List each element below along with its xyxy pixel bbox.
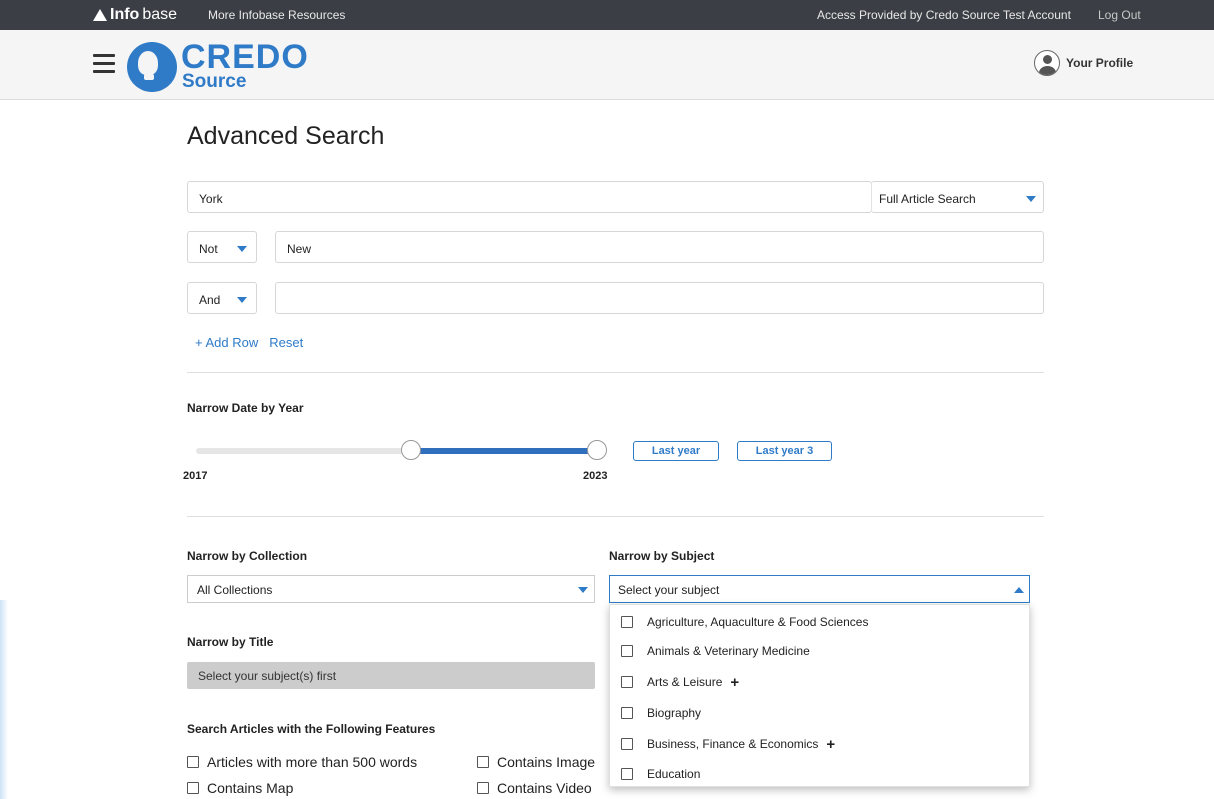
checkbox-icon: [477, 756, 489, 768]
lightbulb-logo-icon[interactable]: [127, 42, 177, 92]
infobase-logo[interactable]: Info base: [93, 6, 177, 24]
subject-dropdown-list: Agriculture, Aquaculture & Food Sciences…: [609, 604, 1030, 787]
features-section-label: Search Articles with the Following Featu…: [187, 722, 436, 736]
infobase-brand-base: base: [142, 6, 178, 23]
operator-select-row-2[interactable]: Not: [187, 231, 257, 263]
search-input-row-2-value: New: [287, 242, 312, 256]
checkbox-icon: [187, 782, 199, 794]
logo-source-text[interactable]: Source: [182, 72, 246, 92]
slider-selected-range: [410, 448, 596, 454]
feature-checkbox-image[interactable]: Contains Image: [477, 754, 595, 770]
subject-option[interactable]: Arts & Leisure +: [621, 674, 739, 691]
feature-checkbox-video[interactable]: Contains Video: [477, 780, 592, 796]
divider: [187, 516, 1044, 517]
checkbox-icon[interactable]: [621, 768, 633, 780]
checkbox-icon: [477, 782, 489, 794]
slider-end-year: 2023: [583, 470, 608, 482]
row-actions: + Add Row Reset: [195, 335, 303, 350]
title-section-label: Narrow by Title: [187, 635, 274, 649]
avatar-icon: [1034, 50, 1060, 76]
top-bar: Info base More Infobase Resources Access …: [0, 0, 1214, 30]
subject-option[interactable]: Animals & Veterinary Medicine: [621, 643, 810, 659]
subject-section-label: Narrow by Subject: [609, 549, 715, 563]
checkbox-icon[interactable]: [621, 738, 633, 750]
profile-button[interactable]: Your Profile: [1034, 50, 1133, 76]
subject-option-label: Agriculture, Aquaculture & Food Sciences: [647, 615, 869, 629]
last-year-3-button[interactable]: Last year 3: [737, 441, 832, 461]
checkbox-icon[interactable]: [621, 616, 633, 628]
slider-end-handle[interactable]: [587, 440, 607, 460]
search-type-select[interactable]: Full Article Search: [871, 181, 1044, 213]
search-input-row-1[interactable]: York: [187, 181, 872, 213]
feature-label: Contains Image: [497, 754, 596, 770]
slider-start-year: 2017: [183, 470, 208, 482]
subject-option-label: Education: [647, 767, 701, 781]
collection-section-label: Narrow by Collection: [187, 549, 308, 563]
infobase-brand-info: Info: [110, 6, 140, 23]
page-title: Advanced Search: [187, 122, 385, 150]
chevron-down-icon: [1026, 196, 1036, 202]
subject-select-placeholder: Select your subject: [618, 583, 720, 597]
menu-icon[interactable]: [93, 54, 115, 78]
last-year-button[interactable]: Last year: [633, 441, 719, 461]
chevron-down-icon: [237, 297, 247, 303]
subject-option-label: Arts & Leisure: [647, 675, 723, 689]
chevron-up-icon: [1014, 587, 1024, 593]
search-input-row-1-value: York: [199, 192, 223, 206]
operator-select-row-3[interactable]: And: [187, 282, 257, 314]
checkbox-icon[interactable]: [621, 645, 633, 657]
search-input-row-3[interactable]: [275, 282, 1044, 314]
search-input-row-2[interactable]: New: [275, 231, 1044, 263]
subject-select[interactable]: Select your subject: [609, 575, 1030, 603]
feature-checkbox-map[interactable]: Contains Map: [187, 780, 293, 796]
subject-option[interactable]: Education: [621, 766, 700, 782]
search-type-value: Full Article Search: [879, 192, 976, 206]
slider-start-handle[interactable]: [401, 440, 421, 460]
subject-option-label: Animals & Veterinary Medicine: [647, 644, 810, 658]
add-row-link[interactable]: + Add Row: [195, 335, 258, 350]
left-edge-shadow: [0, 600, 8, 799]
feature-label: Articles with more than 500 words: [207, 754, 418, 770]
checkbox-icon[interactable]: [621, 707, 633, 719]
year-range-slider[interactable]: [196, 440, 607, 460]
subject-option[interactable]: Agriculture, Aquaculture & Food Sciences: [621, 614, 868, 630]
expand-plus-icon[interactable]: +: [730, 674, 739, 691]
chevron-down-icon: [237, 246, 247, 252]
title-select-disabled: Select your subject(s) first: [187, 662, 595, 689]
checkbox-icon: [187, 756, 199, 768]
subject-option[interactable]: Biography: [621, 705, 701, 721]
checkbox-icon[interactable]: [621, 676, 633, 688]
subject-option[interactable]: Business, Finance & Economics +: [621, 736, 835, 753]
profile-label: Your Profile: [1066, 56, 1134, 70]
expand-plus-icon[interactable]: +: [826, 736, 835, 753]
feature-label: Contains Video: [497, 780, 592, 796]
access-provided-text: Access Provided by Credo Source Test Acc…: [817, 8, 1071, 22]
operator-row-2-value: Not: [199, 242, 218, 256]
logo-credo-text[interactable]: CREDO: [181, 40, 309, 74]
collection-select-value: All Collections: [197, 583, 273, 597]
infobase-logo-icon: [93, 9, 107, 21]
divider: [187, 372, 1044, 373]
date-section-label: Narrow Date by Year: [187, 401, 304, 415]
more-resources-link[interactable]: More Infobase Resources: [208, 8, 345, 22]
subject-option-label: Business, Finance & Economics: [647, 737, 819, 751]
chevron-down-icon: [578, 587, 588, 593]
operator-row-3-value: And: [199, 293, 221, 307]
site-header: CREDO Source Your Profile: [0, 30, 1214, 100]
collection-select[interactable]: All Collections: [187, 575, 595, 603]
feature-checkbox-500-words[interactable]: Articles with more than 500 words: [187, 754, 417, 770]
subject-option-label: Biography: [647, 706, 702, 720]
logout-link[interactable]: Log Out: [1098, 8, 1141, 22]
reset-link[interactable]: Reset: [269, 335, 303, 350]
title-select-placeholder: Select your subject(s) first: [198, 669, 337, 683]
feature-label: Contains Map: [207, 780, 294, 796]
